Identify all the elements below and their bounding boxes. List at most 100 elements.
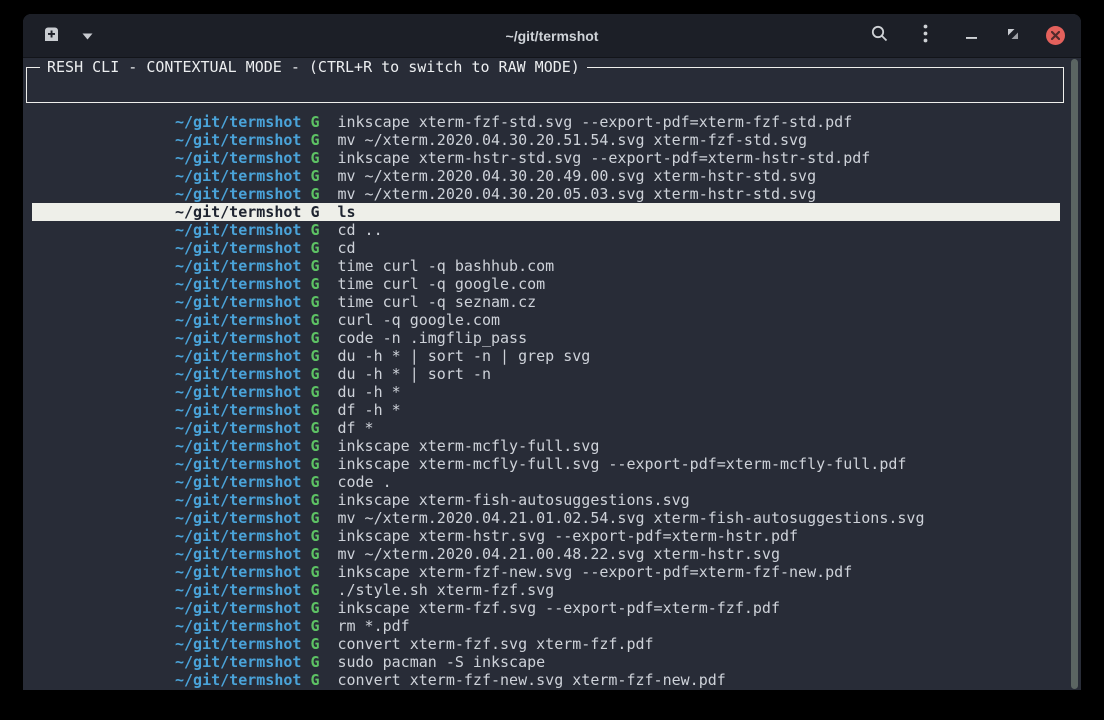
search-button[interactable] — [868, 25, 890, 47]
menu-button[interactable] — [914, 25, 936, 47]
entry-path: ~/git/termshot — [175, 581, 301, 599]
history-row[interactable]: ~/git/termshotGdu -h * — [32, 383, 1060, 401]
search-icon — [871, 25, 888, 47]
minimize-button[interactable] — [960, 25, 982, 47]
entry-command: convert xterm-fzf.svg xterm-fzf.pdf — [337, 635, 653, 653]
history-row[interactable]: ~/git/termshotGcd — [32, 239, 1060, 257]
entry-path: ~/git/termshot — [175, 383, 301, 401]
entry-path: ~/git/termshot — [175, 473, 301, 491]
entry-git-marker: G — [310, 401, 319, 419]
history-row[interactable]: ~/git/termshotGtime curl -q seznam.cz — [32, 293, 1060, 311]
history-row[interactable]: ~/git/termshot Gmv ~/xterm.2020.04.30.20.… — [32, 185, 1060, 203]
entry-git-marker: G — [310, 185, 319, 203]
history-row[interactable]: ~/git/termshotGconvert xterm-fzf.svg xte… — [32, 635, 1060, 653]
entry-command: inkscape xterm-fzf.svg --export-pdf=xter… — [337, 599, 780, 617]
history-row[interactable]: ~/git/termshot Ginkscape xterm-fzf.svg --… — [32, 599, 1060, 617]
history-row[interactable]: ~/git/termshotGinkscape xterm-fish-autos… — [32, 491, 1060, 509]
entry-command: mv ~/xterm.2020.04.30.20.51.54.svg xterm… — [337, 131, 807, 149]
history-row[interactable]: ~/git/termshotGcode -n .imgflip_pass — [32, 329, 1060, 347]
entry-path: ~/git/termshot — [175, 113, 301, 131]
entry-command: time curl -q bashhub.com — [337, 257, 554, 275]
history-row[interactable]: ~/git/termshotGtime curl -q bashhub.com — [32, 257, 1060, 275]
entry-path: ~/git/termshot — [175, 185, 301, 203]
history-row[interactable]: ~/git/termshotGdf * — [32, 419, 1060, 437]
entry-path: ~/git/termshot — [175, 365, 301, 383]
scrollbar-thumb[interactable] — [1071, 59, 1078, 689]
history-row[interactable]: ~/git/termshot Ginkscape xterm-mcfly-full… — [32, 455, 1060, 473]
history-row[interactable]: ~/git/termshotGinkscape xterm-fzf-new.sv… — [32, 563, 1060, 581]
entry-path: ~/git/termshot — [175, 293, 301, 311]
entry-command: mv ~/xterm.2020.04.30.20.49.00.svg xterm… — [337, 167, 816, 185]
entry-command: df * — [337, 419, 373, 437]
entry-path: ~/git/termshot — [175, 311, 301, 329]
entry-command: inkscape xterm-fzf-std.svg --export-pdf=… — [337, 113, 852, 131]
entry-command: du -h * | sort -n | grep svg — [337, 347, 590, 365]
entry-path: ~/git/termshot — [175, 239, 301, 257]
entry-command: ./style.sh xterm-fzf.svg — [337, 581, 554, 599]
entry-git-marker: G — [310, 527, 319, 545]
history-row[interactable]: ~/git/termshot G ./style.sh xterm-fzf.svg — [32, 581, 1060, 599]
entry-command: inkscape xterm-fzf-new.svg --export-pdf=… — [337, 563, 852, 581]
entry-git-marker: G — [310, 455, 319, 473]
entry-path: ~/git/termshot — [175, 437, 301, 455]
entry-path: ~/git/termshot — [175, 671, 301, 689]
entry-command: convert xterm-fzf-new.svg xterm-fzf-new.… — [337, 671, 725, 689]
history-row[interactable]: ~/git/termshotGinkscape xterm-hstr-std.s… — [32, 149, 1060, 167]
history-row[interactable]: ~/git/termshotGinkscape xterm-fzf-std.sv… — [32, 113, 1060, 131]
entry-path: ~/git/termshot — [175, 131, 301, 149]
history-row[interactable]: ~/git/termshotGrm *.pdf — [32, 617, 1060, 635]
history-row[interactable]: ~/git/termshotGdu -h * | sort -n — [32, 365, 1060, 383]
resh-search-input[interactable] — [35, 76, 1055, 94]
history-row[interactable]: ~/git/termshotGdu -h * | sort -n | grep … — [32, 347, 1060, 365]
history-row[interactable]: ~/git/termshotGmv ~/xterm.2020.04.30.20.… — [32, 131, 1060, 149]
history-row[interactable]: ~/git/termshotGls — [32, 203, 1060, 221]
entry-path: ~/git/termshot — [175, 455, 301, 473]
tab-list-dropdown-button[interactable] — [76, 25, 98, 47]
history-row[interactable]: ~/git/termshotGmv ~/xterm.2020.04.21.00.… — [32, 545, 1060, 563]
entry-path: ~/git/termshot — [175, 653, 301, 671]
close-icon — [1046, 26, 1065, 45]
entry-path: ~/git/termshot — [175, 527, 301, 545]
history-row[interactable]: ~/git/termshot Gsudo pacman -S inkscape — [32, 653, 1060, 671]
entry-path: ~/git/termshot — [175, 275, 301, 293]
history-row[interactable]: ~/git/termshotGtime curl -q google.com — [32, 275, 1060, 293]
entry-path: ~/git/termshot — [175, 635, 301, 653]
entry-git-marker: G — [310, 581, 319, 599]
history-row[interactable]: ~/git/termshotGdf -h * — [32, 401, 1060, 419]
entry-git-marker: G — [310, 473, 319, 491]
restore-window-icon — [1007, 27, 1019, 45]
entry-command: inkscape xterm-fish-autosuggestions.svg — [337, 491, 689, 509]
entry-path: ~/git/termshot — [175, 149, 301, 167]
entry-git-marker: G — [310, 653, 319, 671]
history-row[interactable]: ~/git/termshotGmv ~/xterm.2020.04.21.01.… — [32, 509, 1060, 527]
entry-path: ~/git/termshot — [175, 203, 301, 221]
history-row[interactable]: ~/git/termshotGconvert xterm-fzf-new.svg… — [32, 671, 1060, 689]
desktop-background: ~/git/termshot — [0, 0, 1104, 720]
history-list: ~/git/termshot Ginkscape xterm-fzf-std.sv… — [32, 113, 1060, 689]
entry-command: mv ~/xterm.2020.04.30.20.05.03.svg xterm… — [337, 185, 816, 203]
history-row[interactable]: ~/git/termshotGcd .. — [32, 221, 1060, 239]
entry-git-marker: G — [310, 509, 319, 527]
history-row[interactable]: ~/git/termshotGcurl -q google.com — [32, 311, 1060, 329]
new-tab-button[interactable] — [40, 25, 62, 47]
entry-git-marker: G — [310, 599, 319, 617]
entry-git-marker: G — [310, 329, 319, 347]
history-row[interactable]: ~/git/termshotGcode . — [32, 473, 1060, 491]
entry-path: ~/git/termshot — [175, 617, 301, 635]
history-row[interactable]: ~/git/termshotGinkscape xterm-mcfly-full… — [32, 437, 1060, 455]
entry-command: inkscape xterm-mcfly-full.svg --export-p… — [337, 455, 906, 473]
entry-path: ~/git/termshot — [175, 599, 301, 617]
history-row[interactable]: ~/git/termshotGinkscape xterm-hstr.svg -… — [32, 527, 1060, 545]
entry-command: sudo pacman -S inkscape — [337, 653, 545, 671]
close-button[interactable] — [1044, 25, 1066, 47]
entry-command: inkscape xterm-hstr-std.svg --export-pdf… — [337, 149, 870, 167]
entry-git-marker: G — [310, 545, 319, 563]
new-tab-icon — [42, 25, 61, 47]
entry-path: ~/git/termshot — [175, 509, 301, 527]
entry-git-marker: G — [310, 239, 319, 257]
history-row[interactable]: ~/git/termshotGmv ~/xterm.2020.04.30.20.… — [32, 167, 1060, 185]
chevron-down-icon — [82, 27, 93, 45]
entry-path: ~/git/termshot — [175, 401, 301, 419]
restore-button[interactable] — [1002, 25, 1024, 47]
entry-command: code -n .imgflip_pass — [337, 329, 527, 347]
